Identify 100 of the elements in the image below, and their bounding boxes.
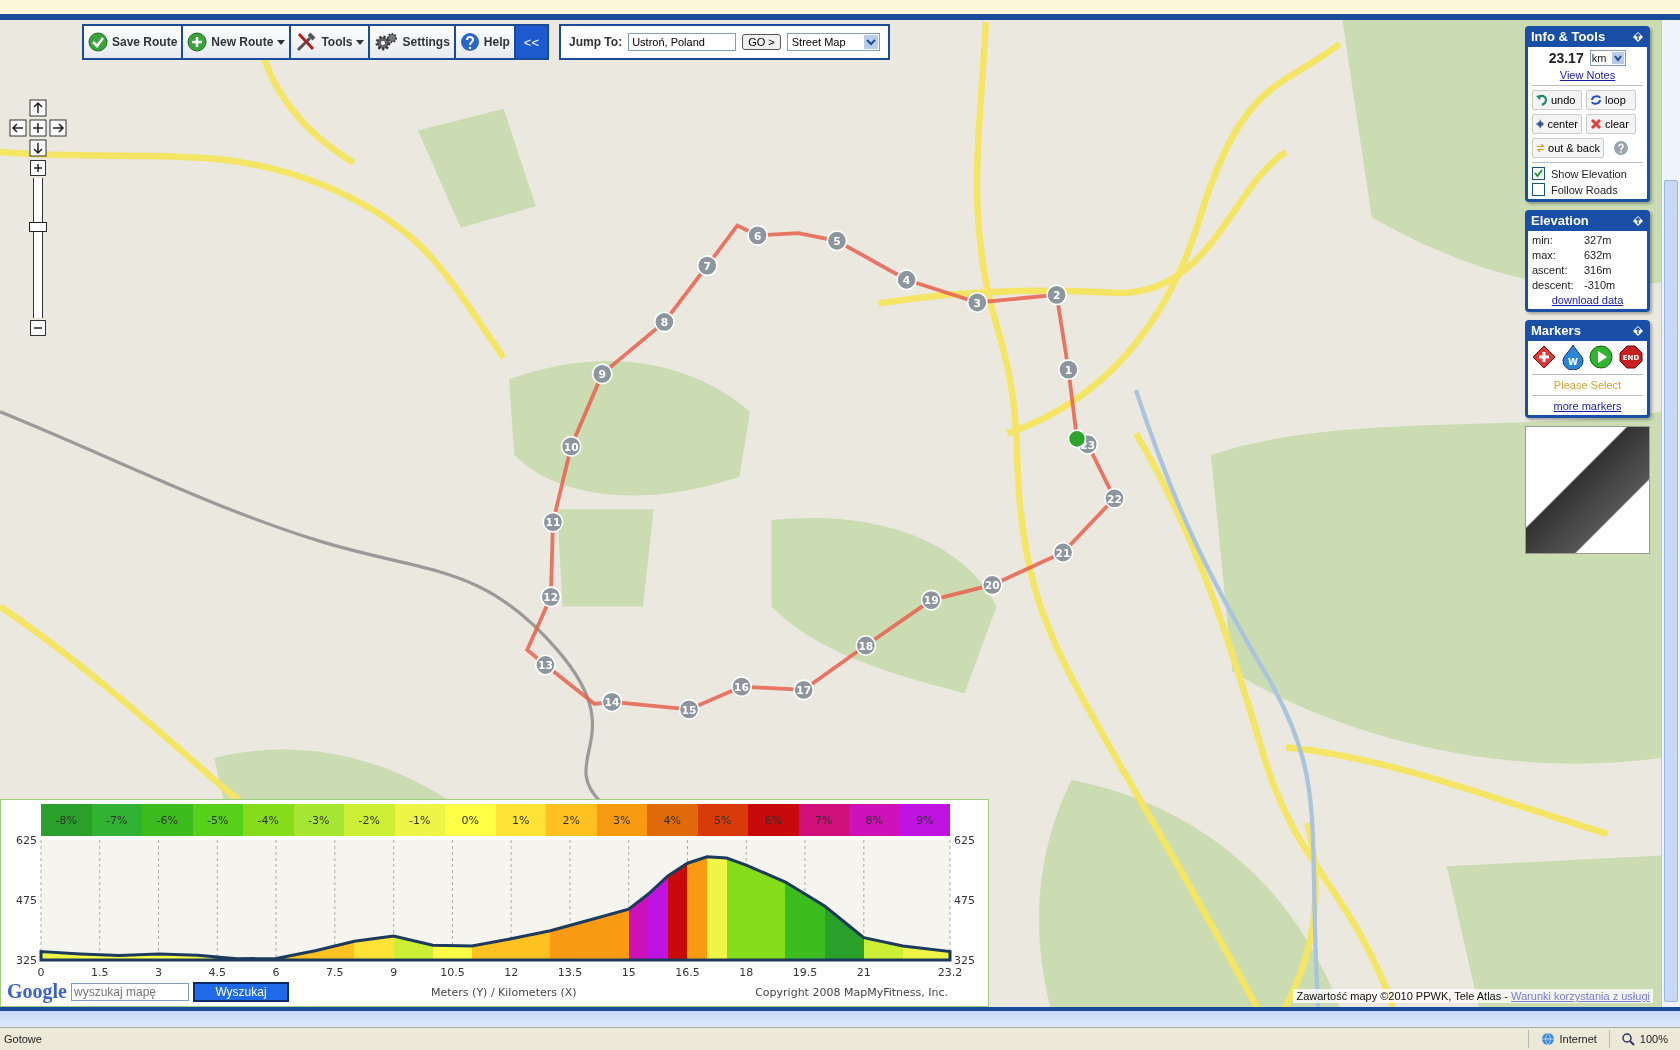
x-tick-label: 1.5 <box>91 966 109 979</box>
route-marker[interactable]: 20 <box>981 574 1003 596</box>
route-distance: 23.17 <box>1548 50 1584 66</box>
collapse-icon[interactable] <box>1632 30 1644 43</box>
download-data-link[interactable]: download data <box>1551 294 1624 306</box>
toolbar-button[interactable]: Tools <box>291 26 369 58</box>
pan-control-icon[interactable] <box>8 98 68 158</box>
map-search-field[interactable]: wyszukaj mapę <box>71 982 189 1001</box>
toolbar-button[interactable]: Save Route <box>84 26 182 58</box>
y-tick-label: 325 <box>954 954 975 967</box>
route-marker[interactable]: 14 <box>601 691 623 713</box>
collapse-icon[interactable] <box>1632 324 1644 337</box>
swap-arrows-icon <box>1536 142 1545 154</box>
terms-link[interactable]: Warunki korzystania z usługi <box>1511 990 1650 1002</box>
stat-value: -310m <box>1584 279 1617 291</box>
route-marker[interactable]: 10 <box>560 435 582 457</box>
route-marker[interactable]: 1 <box>1057 359 1079 381</box>
route-marker[interactable]: 9 <box>591 363 613 385</box>
x-tick-label: 21 <box>856 966 871 979</box>
route-marker[interactable]: 17 <box>793 679 815 701</box>
x-tick-label: 3 <box>155 966 163 979</box>
unit-select[interactable]: km <box>1589 50 1627 66</box>
stat-value: 632m <box>1584 249 1613 261</box>
grade-legend-cell: -3% <box>293 804 344 836</box>
toolbar-button[interactable]: Help <box>455 26 514 58</box>
route-marker[interactable]: 8 <box>653 311 675 333</box>
map-attribution: Zawartość mapy ©2010 PPWK, Tele Atlas - Warunki korzystania z usługi <box>1293 989 1653 1003</box>
first-aid-marker-icon[interactable] <box>1532 345 1556 369</box>
stat-value: 316m <box>1584 264 1613 276</box>
option-checkbox[interactable]: Show Elevation <box>1532 167 1643 180</box>
stat-label: ascent: <box>1532 264 1569 276</box>
grade-legend-cell: 9% <box>899 804 950 836</box>
grade-legend-cell: 8% <box>849 804 900 836</box>
route-tool-button[interactable]: center <box>1532 114 1582 134</box>
grade-legend-cell: 0% <box>445 804 496 836</box>
grade-legend-cell: -4% <box>243 804 294 836</box>
check-icon <box>88 32 108 52</box>
play-marker-icon[interactable] <box>1589 345 1614 369</box>
route-marker[interactable]: 11 <box>542 511 564 533</box>
ad-image-placeholder[interactable] <box>1525 426 1650 554</box>
route-marker[interactable]: 7 <box>696 255 718 277</box>
route-marker[interactable]: 15 <box>678 698 700 720</box>
route-marker[interactable]: 18 <box>855 635 877 657</box>
water-marker-icon[interactable]: W <box>1561 344 1584 370</box>
route-marker[interactable]: 12 <box>540 586 562 608</box>
collapse-icon[interactable] <box>1632 214 1644 227</box>
grade-legend-cell: 4% <box>647 804 698 836</box>
x-tick-label: 7.5 <box>326 966 344 979</box>
grade-legend-cell: 1% <box>495 804 546 836</box>
grade-legend-cell: 3% <box>596 804 647 836</box>
toolbar-button[interactable]: Settings <box>370 26 454 58</box>
horizontal-scrollbar[interactable] <box>0 1007 1680 1027</box>
globe-icon <box>1540 1032 1555 1046</box>
zoom-level[interactable]: 100% <box>1639 1033 1668 1045</box>
toolbar-button[interactable]: New Route <box>183 26 290 58</box>
search-button[interactable]: Wyszukaj <box>193 981 289 1002</box>
grade-legend-cell: -5% <box>192 804 243 836</box>
y-tick-label: 475 <box>16 894 37 907</box>
option-checkbox[interactable]: Follow Roads <box>1532 183 1643 196</box>
route-marker[interactable]: 5 <box>826 230 848 252</box>
x-tick-label: 19.5 <box>792 966 818 979</box>
route-tool-button[interactable]: out & back <box>1532 138 1604 158</box>
route-marker[interactable]: 22 <box>1104 487 1125 509</box>
more-markers-link[interactable]: more markers <box>1553 400 1622 412</box>
x-tick-label: 23.2 <box>937 966 963 979</box>
axis-caption: Meters (Y) / Kilometers (X) <box>431 986 577 999</box>
map-type-select[interactable]: Street Map <box>786 33 880 51</box>
stat-value: 327m <box>1584 234 1613 246</box>
route-marker[interactable]: 21 <box>1052 541 1074 563</box>
collapse-button[interactable]: << <box>515 26 548 58</box>
route-marker[interactable]: 19 <box>920 589 942 611</box>
x-tick-label: 13.5 <box>557 966 583 979</box>
view-notes-link[interactable]: View Notes <box>1559 69 1616 81</box>
x-tick-label: 12 <box>504 966 519 979</box>
location-input[interactable]: Ustroń, Poland <box>628 33 737 51</box>
route-marker[interactable]: 4 <box>896 269 918 291</box>
route-tool-button[interactable]: undo <box>1532 90 1582 110</box>
route-marker[interactable]: 6 <box>747 224 769 246</box>
grade-legend-cell: -2% <box>344 804 395 836</box>
zoom-out-icon[interactable] <box>30 320 46 336</box>
panel-title: Elevation <box>1531 213 1589 228</box>
zoom-in-icon[interactable] <box>30 160 46 176</box>
route-marker[interactable]: 2 <box>1046 284 1068 306</box>
go-button[interactable]: GO > <box>742 34 781 50</box>
route-tool-button[interactable]: loop <box>1586 90 1636 110</box>
checkbox[interactable] <box>1532 183 1545 196</box>
status-text: Gotowe <box>3 1033 42 1045</box>
checkbox[interactable] <box>1532 167 1545 180</box>
vertical-scrollbar[interactable] <box>1661 20 1680 1007</box>
panel-title: Markers <box>1531 323 1581 338</box>
y-tick-label: 475 <box>954 894 975 907</box>
route-tool-button[interactable]: clear <box>1586 114 1636 134</box>
help-icon <box>459 32 480 52</box>
route-marker[interactable]: 16 <box>731 676 752 698</box>
zoom-slider-thumb[interactable] <box>29 222 47 233</box>
stat-label: max: <box>1532 249 1557 261</box>
route-marker[interactable]: 13 <box>535 654 556 676</box>
x-tick-label: 6 <box>272 966 280 979</box>
zoom-icon <box>1621 1032 1635 1046</box>
y-tick-label: 325 <box>16 954 37 967</box>
